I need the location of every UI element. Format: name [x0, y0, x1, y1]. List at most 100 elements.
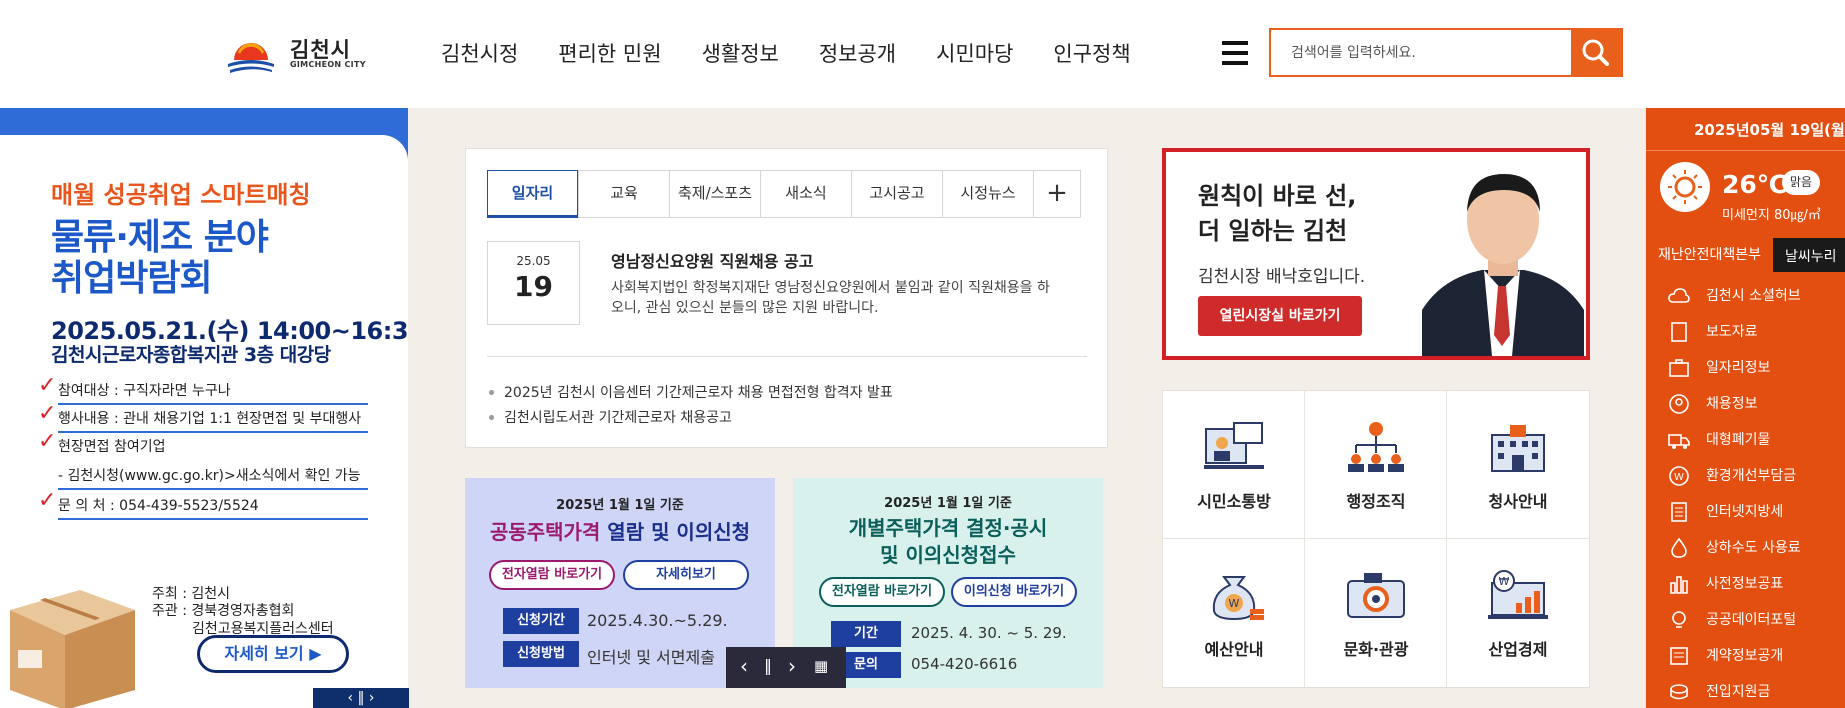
banner3-view-button[interactable]: 전자열람 바로가기 — [819, 577, 945, 607]
search-box — [1269, 28, 1623, 77]
banner-more-button[interactable]: 자세히 보기 ▶ — [197, 635, 349, 673]
banner3-objection-button[interactable]: 이의신청 바로가기 — [951, 577, 1077, 607]
quick-item-budget[interactable]: W 예산안내 — [1163, 539, 1305, 687]
quick-item-building[interactable]: 청사안내 — [1447, 391, 1589, 539]
nav-item-population[interactable]: 인구정책 — [1053, 38, 1130, 68]
logo-sun-icon — [228, 43, 274, 73]
banner-item: 행사내용 : 관내 채용기업 1:1 현장면접 및 부대행사 — [58, 408, 368, 433]
job-fair-banner[interactable]: 매월 성공취업 스마트매칭 물류·제조 분야 취업박람회 2025.05.21.(… — [0, 108, 408, 708]
nav-item-life[interactable]: 생활정보 — [702, 38, 779, 68]
tab-news[interactable]: 새소식 — [760, 171, 851, 217]
mayor-office-button[interactable]: 열린시장실 바로가기 — [1198, 296, 1362, 336]
bar-chart-icon — [1670, 576, 1688, 594]
list-item[interactable]: 2025년 김천시 이음센터 기간제근로자 채용 면접전형 합격자 발표 — [489, 382, 893, 402]
banner2-period: 2025.4.30.~5.29. — [587, 611, 728, 630]
banner2-detail-button[interactable]: 자세히보기 — [623, 560, 749, 590]
pause-icon[interactable]: ‖ — [764, 656, 772, 675]
notice-description[interactable]: 사회복지법인 학정복지재단 영남정신요양원에서 붙임과 같이 직원채용을 하오니… — [611, 278, 1061, 318]
coins-icon — [1670, 684, 1688, 700]
tab-weather[interactable]: 날씨누리 — [1785, 246, 1837, 266]
site-logo[interactable]: 김천시 GIMCHEON CITY — [222, 30, 372, 78]
chart-monitor-icon: ₩ — [1488, 570, 1548, 619]
banner3-period: 2025. 4. 30. ~ 5. 29. — [911, 624, 1067, 642]
search-button[interactable] — [1571, 30, 1621, 75]
tab-disaster[interactable]: 재난안전대책본부 — [1646, 238, 1774, 272]
tab-city-news[interactable]: 시정뉴스 — [942, 171, 1033, 217]
banner-subitem: - 김천시청(www.gc.go.kr)>새소식에서 확인 가능 — [58, 465, 368, 490]
mayor-portrait — [1422, 174, 1584, 356]
tab-jobs[interactable]: 일자리 — [487, 170, 578, 218]
link-job-info[interactable]: 일자리정보 — [1668, 353, 1845, 389]
money-bag-icon: W — [1212, 576, 1264, 621]
banner2-label-period: 신청기간 — [503, 608, 579, 634]
person-icon — [1669, 394, 1689, 414]
quick-item-economy[interactable]: ₩ 산업경제 — [1447, 539, 1589, 687]
receipt-icon — [1671, 502, 1687, 522]
quick-item-citizen-talk[interactable]: 시민소통방 — [1163, 391, 1305, 539]
banner-contact: 문 의 처 : 054-439-5523/5524 — [58, 495, 368, 520]
banner-item: 현장면접 참여기업 — [58, 439, 166, 455]
check-icon: ✓ — [38, 401, 57, 426]
tab-announce[interactable]: 고시공고 — [851, 171, 942, 217]
link-env-charge[interactable]: W 환경개선부담금 — [1668, 461, 1845, 497]
tab-festival[interactable]: 축제/스포츠 — [669, 171, 760, 217]
banner2-method: 인터넷 및 서면제출 — [587, 648, 715, 667]
banner2-title: 공동주택가격 열람 및 이의신청 — [489, 520, 751, 544]
banner-place: 김천시근로자종합복지관 3층 대강당 — [51, 344, 331, 366]
mayor-slogan: 원칙이 바로 선, 더 일하는 김천 — [1198, 182, 1357, 245]
briefcase-icon — [1669, 359, 1689, 377]
quick-item-culture[interactable]: 문화·관광 — [1305, 539, 1447, 687]
svg-text:W: W — [1229, 597, 1240, 610]
banner-organizer: 주관 : 경북경영자총협회 — [152, 603, 295, 619]
prev-arrow-icon[interactable]: ‹ — [740, 654, 748, 678]
link-water-fee[interactable]: 상하수도 사용료 — [1668, 533, 1845, 569]
lightbulb-icon — [1672, 611, 1686, 628]
link-social-hub[interactable]: 김천시 소셜허브 — [1668, 281, 1845, 317]
main-nav: 김천시정 편리한 민원 생활정보 정보공개 시민마당 인구정책 — [441, 38, 1171, 68]
link-contract-info[interactable]: 계약정보공개 — [1668, 641, 1845, 677]
next-arrow-icon[interactable]: › — [788, 654, 796, 678]
more-plus-icon[interactable]: + — [1033, 171, 1080, 217]
link-bulky-waste[interactable]: 대형폐기물 — [1668, 425, 1845, 461]
link-open-data[interactable]: 공공데이터포털 — [1668, 605, 1845, 641]
mayor-box: 원칙이 바로 선, 더 일하는 김천 김천시장 배낙호입니다. 열린시장실 바로가… — [1162, 148, 1590, 360]
temperature: 26℃ — [1722, 170, 1788, 199]
notice-date: 25.05 19 — [487, 241, 580, 325]
banner2-label-method: 신청방법 — [503, 641, 579, 667]
banner2-view-button[interactable]: 전자열람 바로가기 — [489, 560, 615, 590]
building-icon — [1491, 425, 1545, 472]
banner3-date: 2025년 1월 1일 기준 — [884, 496, 1012, 511]
nav-item-civil[interactable]: 편리한 민원 — [558, 38, 661, 68]
right-side-panel: 2025년05월 19일(월) 26℃ 맑음 미세먼지 80㎍/㎥ 재난안전대책… — [1646, 108, 1845, 708]
link-move-in-support[interactable]: 전입지원금 — [1668, 677, 1845, 708]
link-recruit[interactable]: 채용정보 — [1668, 389, 1845, 425]
grid-icon[interactable]: ▦ — [814, 657, 828, 675]
tab-education[interactable]: 교육 — [578, 171, 669, 217]
notice-tabs: 일자리 교육 축제/스포츠 새소식 고시공고 시정뉴스 + — [487, 170, 1081, 218]
banner-slider-controls[interactable]: ‹ ‖ › — [313, 688, 409, 708]
check-icon: ✓ — [38, 429, 57, 454]
sun-weather-icon — [1660, 162, 1710, 212]
mayor-greeting: 김천시장 배낙호입니다. — [1198, 267, 1366, 287]
quick-item-org[interactable]: 행정조직 — [1305, 391, 1447, 539]
search-input[interactable] — [1271, 30, 1571, 75]
link-local-tax[interactable]: 인터넷지방세 — [1668, 497, 1845, 533]
nav-item-city[interactable]: 김천시정 — [441, 38, 518, 68]
banner-slider-controls-2: ‹ ‖ › ▦ — [726, 647, 846, 688]
box-illustration-icon — [10, 590, 135, 708]
banner3-label-period: 기간 — [831, 621, 901, 647]
banner-headline: 매월 성공취업 스마트매칭 — [51, 181, 311, 209]
menu-hamburger-icon[interactable] — [1222, 41, 1248, 65]
weather-badge: 맑음 — [1782, 170, 1820, 195]
banner-card: 매월 성공취업 스마트매칭 물류·제조 분야 취업박람회 2025.05.21.(… — [0, 135, 408, 708]
notice-title[interactable]: 영남정신요양원 직원채용 공고 — [611, 248, 814, 272]
nav-item-info[interactable]: 정보공개 — [819, 38, 896, 68]
banner3-title-2: 및 이의신청접수 — [880, 543, 1016, 567]
list-item[interactable]: 김천시립도서관 기간제근로자 채용공고 — [489, 407, 732, 427]
svg-text:₩: ₩ — [1499, 575, 1510, 588]
nav-item-citizen[interactable]: 시민마당 — [936, 38, 1013, 68]
link-press[interactable]: 보도자료 — [1668, 317, 1845, 353]
notice-board: 일자리 교육 축제/스포츠 새소식 고시공고 시정뉴스 + 25.05 19 영… — [465, 148, 1108, 448]
truck-icon — [1668, 434, 1690, 449]
link-pre-disclosure[interactable]: 사전정보공표 — [1668, 569, 1845, 605]
